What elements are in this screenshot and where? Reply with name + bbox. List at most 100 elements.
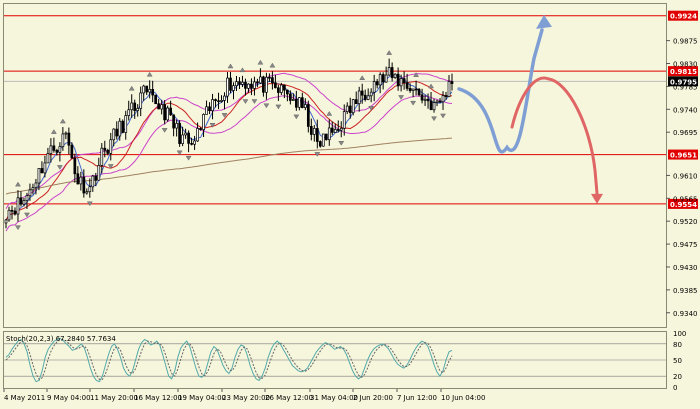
candle-body [46, 153, 50, 164]
candle-body [250, 83, 253, 89]
time-tick-label: 7 Jun 12:00 [397, 394, 437, 402]
candle-body [193, 140, 196, 145]
candle-body [283, 84, 286, 91]
candle-body [366, 95, 370, 100]
candle-body [277, 87, 280, 93]
candle-body [148, 89, 152, 93]
candle-body [381, 74, 385, 83]
candle-body [112, 128, 116, 141]
candle-body [399, 78, 403, 87]
candle-body [136, 108, 140, 111]
candle-body [130, 102, 134, 111]
candle-body [253, 81, 256, 89]
candle-body [67, 132, 71, 146]
candle-body [235, 81, 238, 87]
stochastic-title: Stoch(20,2,3) 67.2840 57.7634 [6, 335, 116, 343]
candle-body [375, 81, 379, 86]
candle-body [76, 173, 80, 185]
candle-body [450, 81, 454, 84]
stochastic-tick-label: 20 [673, 373, 682, 381]
time-tick-label: 23 May 20:00 [222, 394, 270, 402]
candle-body [429, 100, 433, 111]
candle-body [360, 90, 364, 96]
candle-body [294, 99, 298, 108]
candle-body [327, 127, 331, 141]
candle-body [303, 104, 307, 108]
price-tick-label: 0.9430 [673, 264, 698, 272]
candle-body [441, 95, 445, 103]
candle-body [127, 109, 131, 116]
candle-body [115, 128, 119, 137]
candle-body [208, 106, 211, 111]
candle-body [106, 149, 110, 154]
time-tick-label: 31 May 04:00 [310, 394, 358, 402]
candle-body [181, 134, 184, 144]
candle-body [265, 76, 268, 93]
candle-body [405, 82, 409, 89]
candle-body [363, 94, 367, 100]
candle-body [247, 83, 250, 89]
candle-body [97, 165, 101, 181]
price-tick-label: 0.9830 [673, 61, 698, 69]
time-tick-label: 11 May 20:00 [90, 394, 138, 402]
candle-body [286, 89, 289, 95]
candle-body [64, 132, 68, 135]
candle-body [169, 107, 172, 116]
candle-body [262, 76, 265, 93]
candle-body [94, 175, 98, 181]
candle-body [321, 133, 325, 147]
candle-body [220, 100, 223, 102]
candle-body [37, 168, 41, 184]
candle-body [22, 200, 26, 205]
candle-body [226, 77, 229, 97]
chart-canvas: 0.99240.98150.96510.95540.9795 0.98750.9… [0, 0, 700, 405]
candle-body [157, 103, 161, 110]
candle-body [79, 176, 83, 185]
price-tick-label: 0.9520 [673, 218, 698, 226]
candle-body [306, 104, 310, 127]
candle-body [309, 126, 313, 135]
candle-body [271, 77, 274, 84]
candle-body [345, 105, 349, 112]
candle-body [100, 147, 104, 166]
candle-body [312, 128, 316, 135]
time-tick-label: 10 Jun 04:00 [441, 394, 485, 402]
price-tick-label: 0.9385 [673, 287, 698, 295]
candle-body [414, 88, 418, 91]
candle-body [223, 95, 226, 101]
candle-body [58, 146, 62, 153]
candle-body [25, 195, 29, 201]
level-price-label: 0.9815 [670, 68, 697, 76]
candle-body [178, 123, 181, 144]
candle-body [172, 114, 175, 129]
candle-body [330, 127, 334, 133]
candle-body [300, 97, 304, 108]
candle-body [211, 99, 214, 111]
candle-body [19, 197, 23, 205]
candle-body [31, 187, 35, 191]
candle-body [402, 78, 406, 84]
time-tick-label: 19 May 04:00 [178, 394, 226, 402]
candle-body [324, 133, 328, 141]
candle-body [70, 144, 74, 159]
candle-body [336, 129, 340, 131]
candle-body [154, 94, 158, 105]
candle-body [411, 88, 415, 91]
candle-body [438, 100, 442, 103]
candle-body [133, 102, 137, 111]
candle-body [88, 186, 92, 193]
candle-body [238, 81, 241, 85]
candle-body [348, 105, 352, 114]
candle-body [196, 128, 199, 142]
time-tick-label: 2 Jun 20:00 [353, 394, 393, 402]
candle-body [166, 107, 169, 121]
candle-body [315, 128, 319, 142]
candle-body [40, 168, 44, 174]
price-tick-label: 0.9785 [673, 83, 698, 91]
candle-body [259, 76, 262, 84]
candle-body [387, 67, 391, 76]
candle-body [417, 88, 421, 96]
candle-body [190, 143, 193, 145]
chart-window: 0.9924 0.9815 0.9651 0.9554 0.9795 0.9875 0.9… [0, 0, 700, 405]
candle-body [390, 67, 394, 78]
